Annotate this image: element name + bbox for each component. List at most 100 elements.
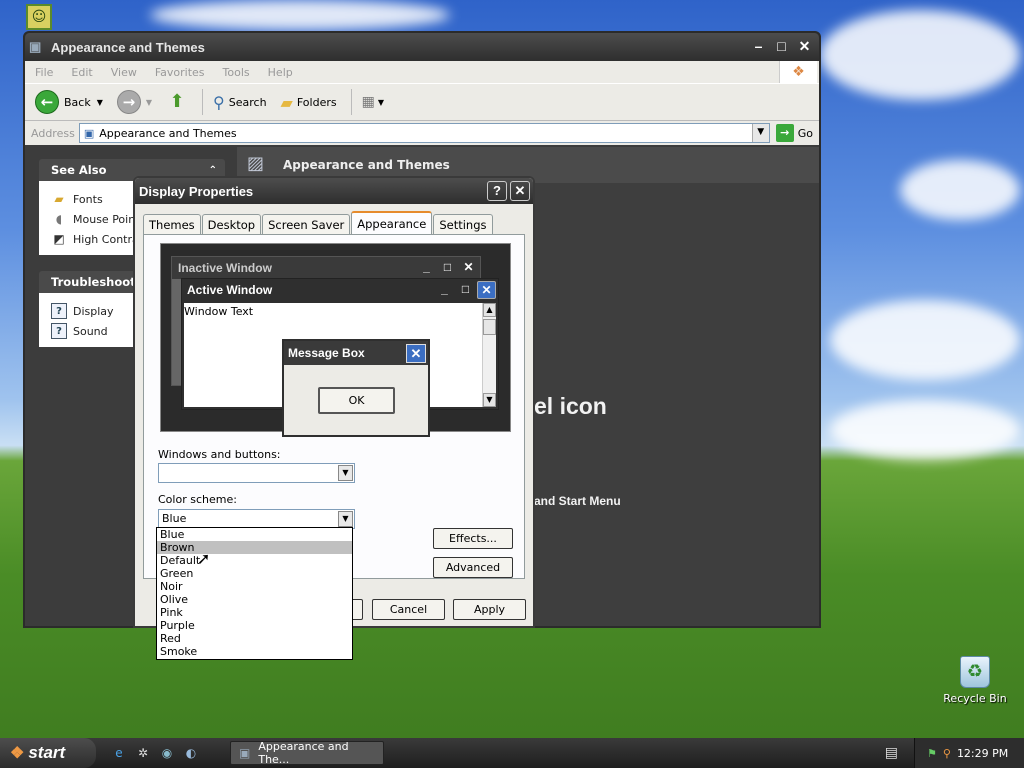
preview-scrollbar: ▲ ▼ xyxy=(482,303,496,407)
search-icon[interactable]: ⚲ xyxy=(943,747,951,760)
address-dropdown-icon[interactable]: ▼ xyxy=(751,124,769,142)
appearance-preview: Inactive Window _ □ ✕ Active Window _ □ … xyxy=(160,243,511,437)
search-button[interactable]: ⚲ Search xyxy=(213,93,267,112)
tab-strip: Themes Desktop Screen Saver Appearance S… xyxy=(143,211,494,234)
show-desktop-icon[interactable]: ◐ xyxy=(182,744,200,762)
active-window-title: Active Window xyxy=(187,283,273,297)
views-button[interactable]: ▦ ▼ xyxy=(362,94,384,110)
address-input[interactable]: ▣ Appearance and Themes ▼ xyxy=(78,123,770,143)
start-button[interactable]: ❖ start xyxy=(0,738,96,768)
menu-help[interactable]: Help xyxy=(268,66,293,79)
minimize-icon: _ xyxy=(441,282,448,296)
up-button[interactable]: ⬆ xyxy=(166,91,188,113)
mouse-icon: ◖ xyxy=(55,212,63,226)
address-location-icon: ▣ xyxy=(83,126,95,140)
forward-button[interactable]: → ▼ xyxy=(116,90,152,114)
windows-logo-icon: ❖ xyxy=(779,61,817,83)
menu-tools[interactable]: Tools xyxy=(223,66,250,79)
toolbar: ← Back ▼ → ▼ ⬆ ⚲ Search ▰ Folders ▦ ▼ xyxy=(25,83,819,121)
clock[interactable]: 12:29 PM xyxy=(957,747,1008,760)
media-icon[interactable]: ✲ xyxy=(134,744,152,762)
mouse-cursor-icon: ➚ xyxy=(197,549,211,568)
close-icon: ✕ xyxy=(477,281,496,299)
help-icon: ? xyxy=(51,323,67,339)
option-red[interactable]: Red xyxy=(157,632,352,645)
option-noir[interactable]: Noir xyxy=(157,580,352,593)
option-brown[interactable]: Brown xyxy=(157,541,352,554)
back-arrow-icon: ← xyxy=(35,90,59,114)
windows-buttons-select[interactable]: ▼ xyxy=(158,463,355,483)
see-also-title: See Also xyxy=(51,163,107,177)
recycle-bin-icon: ♻ xyxy=(960,656,990,688)
desktop-shortcut-icon[interactable]: ☺ xyxy=(26,4,52,30)
address-value: Appearance and Themes xyxy=(99,126,237,140)
help-button[interactable]: ? xyxy=(487,181,507,201)
go-button[interactable]: → Go xyxy=(775,124,813,142)
internet-explorer-icon[interactable]: e xyxy=(110,744,128,762)
color-scheme-select[interactable]: Blue ▼ xyxy=(158,509,355,529)
minimize-icon: _ xyxy=(423,260,430,274)
taskbar-start-menu-link[interactable]: and Start Menu xyxy=(534,494,621,508)
forward-dropdown-icon[interactable]: ▼ xyxy=(146,98,152,107)
back-button[interactable]: ← Back ▼ xyxy=(35,90,103,114)
menu-favorites[interactable]: Favorites xyxy=(155,66,205,79)
recycle-bin-label: Recycle Bin xyxy=(943,692,1007,705)
keyboard-icon[interactable]: ▤ xyxy=(885,745,898,761)
option-blue[interactable]: Blue xyxy=(157,528,352,541)
scroll-down-icon: ▼ xyxy=(483,393,496,407)
explorer-title-bar[interactable]: ▣ Appearance and Themes – □ ✕ xyxy=(25,33,819,61)
folders-button[interactable]: ▰ Folders xyxy=(281,93,337,112)
option-green[interactable]: Green xyxy=(157,567,352,580)
views-icon: ▦ xyxy=(361,94,375,110)
windows-buttons-label: Windows and buttons: xyxy=(158,448,281,461)
main-heading-text: Appearance and Themes xyxy=(283,158,450,172)
maximize-button[interactable]: □ xyxy=(771,37,792,58)
control-panel-icon: ▣ xyxy=(239,746,251,760)
minimize-button[interactable]: – xyxy=(748,37,769,58)
back-dropdown-icon[interactable]: ▼ xyxy=(97,98,103,107)
option-olive[interactable]: Olive xyxy=(157,593,352,606)
taskbar-explorer-button[interactable]: ▣ Appearance and The... xyxy=(230,740,384,766)
option-purple[interactable]: Purple xyxy=(157,619,352,632)
search-icon: ⚲ xyxy=(213,92,225,112)
dialog-title: Display Properties xyxy=(139,183,254,199)
tab-settings[interactable]: Settings xyxy=(433,214,493,234)
menu-view[interactable]: View xyxy=(111,66,137,79)
recycle-bin[interactable]: ♻ Recycle Bin xyxy=(942,656,1008,705)
control-panel-icon: ▣ xyxy=(29,39,42,54)
apply-button[interactable]: Apply xyxy=(453,599,526,620)
network-icon[interactable]: ⚑ xyxy=(927,747,937,760)
option-pink[interactable]: Pink xyxy=(157,606,352,619)
color-scheme-label: Color scheme: xyxy=(158,493,237,506)
messenger-icon[interactable]: ◉ xyxy=(158,744,176,762)
accessibility-icon: ◩ xyxy=(53,232,65,246)
preview-ok-button: OK xyxy=(318,387,395,414)
folders-icon: ▰ xyxy=(280,92,293,112)
tab-themes[interactable]: Themes xyxy=(143,214,201,234)
menu-edit[interactable]: Edit xyxy=(71,66,92,79)
effects-button[interactable]: Effects... xyxy=(433,528,513,549)
back-label: Back xyxy=(64,95,91,109)
up-folder-icon: ⬆ xyxy=(169,91,185,112)
dialog-close-button[interactable]: ✕ xyxy=(510,181,530,201)
menu-file[interactable]: File xyxy=(35,66,53,79)
toolbar-separator xyxy=(202,89,204,115)
tab-appearance[interactable]: Appearance xyxy=(351,211,433,234)
close-button[interactable]: ✕ xyxy=(794,37,815,58)
option-default[interactable]: Default xyxy=(157,554,352,567)
task-label: Appearance and The... xyxy=(258,740,349,766)
tab-screen-saver[interactable]: Screen Saver xyxy=(262,214,351,234)
maximize-icon: □ xyxy=(461,282,470,296)
chevron-down-icon[interactable]: ▼ xyxy=(338,511,353,527)
fonts-folder-icon: ▰ xyxy=(54,192,64,206)
cancel-button[interactable]: Cancel xyxy=(372,599,445,620)
preview-active-window: Active Window _ □ ✕ Window Text ▲ ▼ Mess… xyxy=(181,278,499,437)
collapse-chevron-icon[interactable]: ⌃ xyxy=(209,165,217,176)
chevron-down-icon[interactable]: ▼ xyxy=(338,465,353,481)
see-also-label: Fonts xyxy=(73,192,103,206)
option-smoke[interactable]: Smoke xyxy=(157,645,352,658)
advanced-button[interactable]: Advanced xyxy=(433,557,513,578)
folders-label: Folders xyxy=(296,95,337,109)
dialog-title-bar[interactable]: Display Properties ? ✕ xyxy=(135,178,533,204)
tab-desktop[interactable]: Desktop xyxy=(201,214,262,234)
